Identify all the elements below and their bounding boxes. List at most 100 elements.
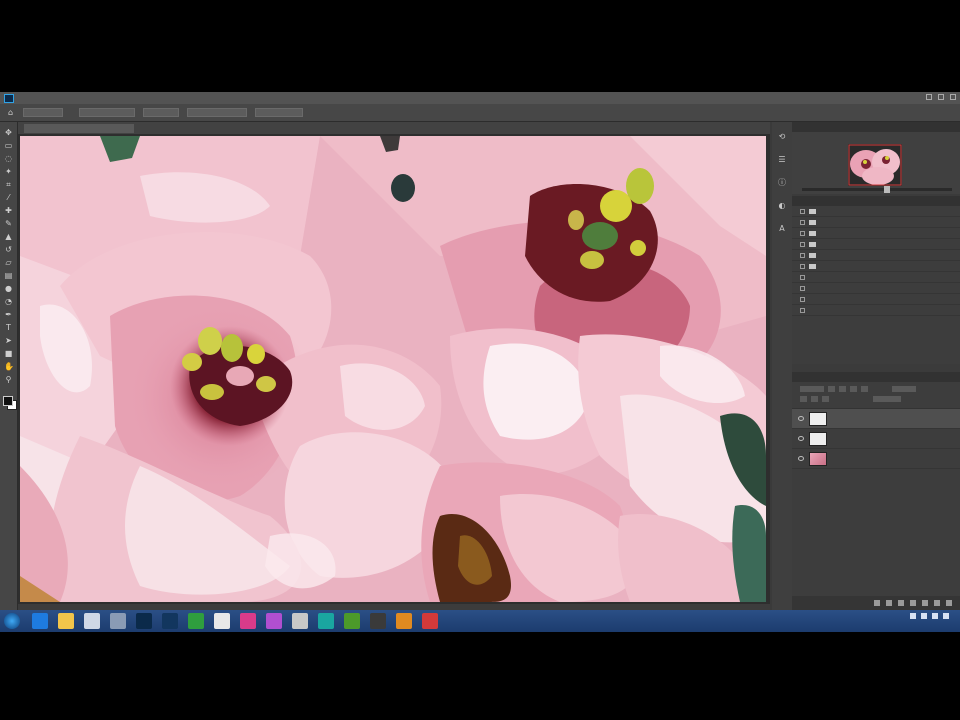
visibility-eye-icon[interactable]: [798, 456, 804, 461]
lock-pixels-icon[interactable]: [800, 396, 807, 402]
network-icon[interactable]: [921, 613, 927, 619]
blur-icon[interactable]: ●: [4, 284, 13, 293]
action-toggle-checkbox[interactable]: [800, 219, 805, 225]
green-app-icon[interactable]: [188, 613, 204, 629]
lock-position-icon[interactable]: [811, 396, 818, 402]
zoom-slider[interactable]: [802, 188, 952, 191]
option-dropdown-2[interactable]: [143, 108, 179, 117]
character-icon[interactable]: A: [778, 224, 787, 233]
action-row[interactable]: [792, 305, 960, 316]
action-toggle-checkbox[interactable]: [800, 252, 805, 258]
visibility-eye-icon[interactable]: [798, 416, 804, 421]
minimize-button[interactable]: [926, 94, 932, 100]
action-row[interactable]: [792, 239, 960, 250]
document-tab[interactable]: [24, 124, 134, 133]
layer-row[interactable]: [792, 409, 960, 429]
action-toggle-checkbox[interactable]: [800, 230, 805, 236]
volume-icon[interactable]: [932, 613, 938, 619]
filter-shape-icon[interactable]: [861, 386, 868, 392]
action-toggle-checkbox[interactable]: [800, 307, 805, 313]
folder-icon[interactable]: [58, 613, 74, 629]
flower-painting[interactable]: [20, 136, 766, 602]
marquee-icon[interactable]: ▭: [4, 141, 13, 150]
adjustment-layer-icon[interactable]: [910, 600, 916, 606]
gradient-icon[interactable]: ▤: [4, 271, 13, 280]
ie-icon[interactable]: [32, 613, 48, 629]
action-row[interactable]: [792, 261, 960, 272]
filter-pixel-icon[interactable]: [828, 386, 835, 392]
mask-icon[interactable]: [898, 600, 904, 606]
color-swatches[interactable]: [2, 396, 17, 410]
path-select-icon[interactable]: ➤: [4, 336, 13, 345]
lock-all-icon[interactable]: [822, 396, 829, 402]
action-toggle-checkbox[interactable]: [800, 208, 805, 214]
pink-app-icon[interactable]: [240, 613, 256, 629]
new-group-icon[interactable]: [922, 600, 928, 606]
eyedropper-icon[interactable]: ⁄: [4, 193, 13, 202]
maximize-button[interactable]: [938, 94, 944, 100]
trash-icon[interactable]: [946, 600, 952, 606]
properties-icon[interactable]: ☰: [778, 155, 787, 164]
adjustments-icon[interactable]: ◐: [778, 201, 787, 210]
teal-app-icon[interactable]: [318, 613, 334, 629]
fx-icon[interactable]: [886, 600, 892, 606]
start-button[interactable]: [4, 613, 20, 629]
crop-icon[interactable]: ⌗: [4, 180, 13, 189]
files-icon[interactable]: [84, 613, 100, 629]
blend-mode-dropdown[interactable]: [892, 386, 916, 392]
link-layers-icon[interactable]: [874, 600, 880, 606]
heal-icon[interactable]: ✚: [4, 206, 13, 215]
action-row[interactable]: [792, 206, 960, 217]
app-icon-1[interactable]: [110, 613, 126, 629]
layer-row[interactable]: [792, 449, 960, 469]
close-button[interactable]: [950, 94, 956, 100]
foreground-color-swatch[interactable]: [2, 396, 13, 406]
action-row[interactable]: [792, 228, 960, 239]
action-toggle-checkbox[interactable]: [800, 285, 805, 291]
home-icon[interactable]: ⌂: [6, 108, 15, 117]
navigator-thumbnail[interactable]: [848, 144, 902, 186]
photoshop-task-icon[interactable]: [136, 613, 152, 629]
wand-icon[interactable]: ✦: [4, 167, 13, 176]
layer-row[interactable]: [792, 429, 960, 449]
red-app-icon[interactable]: [422, 613, 438, 629]
action-toggle-checkbox[interactable]: [800, 263, 805, 269]
canvas-area[interactable]: [18, 134, 770, 604]
action-row[interactable]: [792, 272, 960, 283]
photoshop-task-icon-2[interactable]: [162, 613, 178, 629]
action-toggle-checkbox[interactable]: [800, 296, 805, 302]
new-layer-icon[interactable]: [934, 600, 940, 606]
layer-filter-dropdown[interactable]: [800, 386, 824, 392]
type-icon[interactable]: T: [4, 323, 13, 332]
option-field-1[interactable]: [187, 108, 247, 117]
stamp-icon[interactable]: ▲: [4, 232, 13, 241]
orange-app-icon[interactable]: [396, 613, 412, 629]
zoom-slider-handle[interactable]: [884, 186, 890, 193]
action-toggle-checkbox[interactable]: [800, 241, 805, 247]
history-icon[interactable]: ⟲: [778, 132, 787, 141]
move-icon[interactable]: ✥: [4, 128, 13, 137]
info-icon[interactable]: ⓘ: [778, 178, 787, 187]
dodge-icon[interactable]: ◔: [4, 297, 13, 306]
lasso-icon[interactable]: ◌: [4, 154, 13, 163]
leaf-app-icon[interactable]: [344, 613, 360, 629]
visibility-eye-icon[interactable]: [798, 436, 804, 441]
shape-icon[interactable]: ■: [4, 349, 13, 358]
history-brush-icon[interactable]: ↺: [4, 245, 13, 254]
hand-icon[interactable]: ✋: [4, 362, 14, 371]
camera-icon[interactable]: [370, 613, 386, 629]
chrome-like-icon[interactable]: [214, 613, 230, 629]
action-row[interactable]: [792, 217, 960, 228]
action-row[interactable]: [792, 283, 960, 294]
tray-arrow-icon[interactable]: [910, 613, 916, 619]
action-toggle-checkbox[interactable]: [800, 274, 805, 280]
doc-icon[interactable]: [292, 613, 308, 629]
pen-icon[interactable]: ✒: [4, 310, 13, 319]
eraser-icon[interactable]: ▱: [4, 258, 13, 267]
brush-icon[interactable]: ✎: [4, 219, 13, 228]
action-row[interactable]: [792, 250, 960, 261]
filter-adjust-icon[interactable]: [839, 386, 846, 392]
tool-preset-picker[interactable]: [23, 108, 63, 117]
zoom-icon[interactable]: ⚲: [4, 375, 13, 384]
filter-type-icon[interactable]: [850, 386, 857, 392]
